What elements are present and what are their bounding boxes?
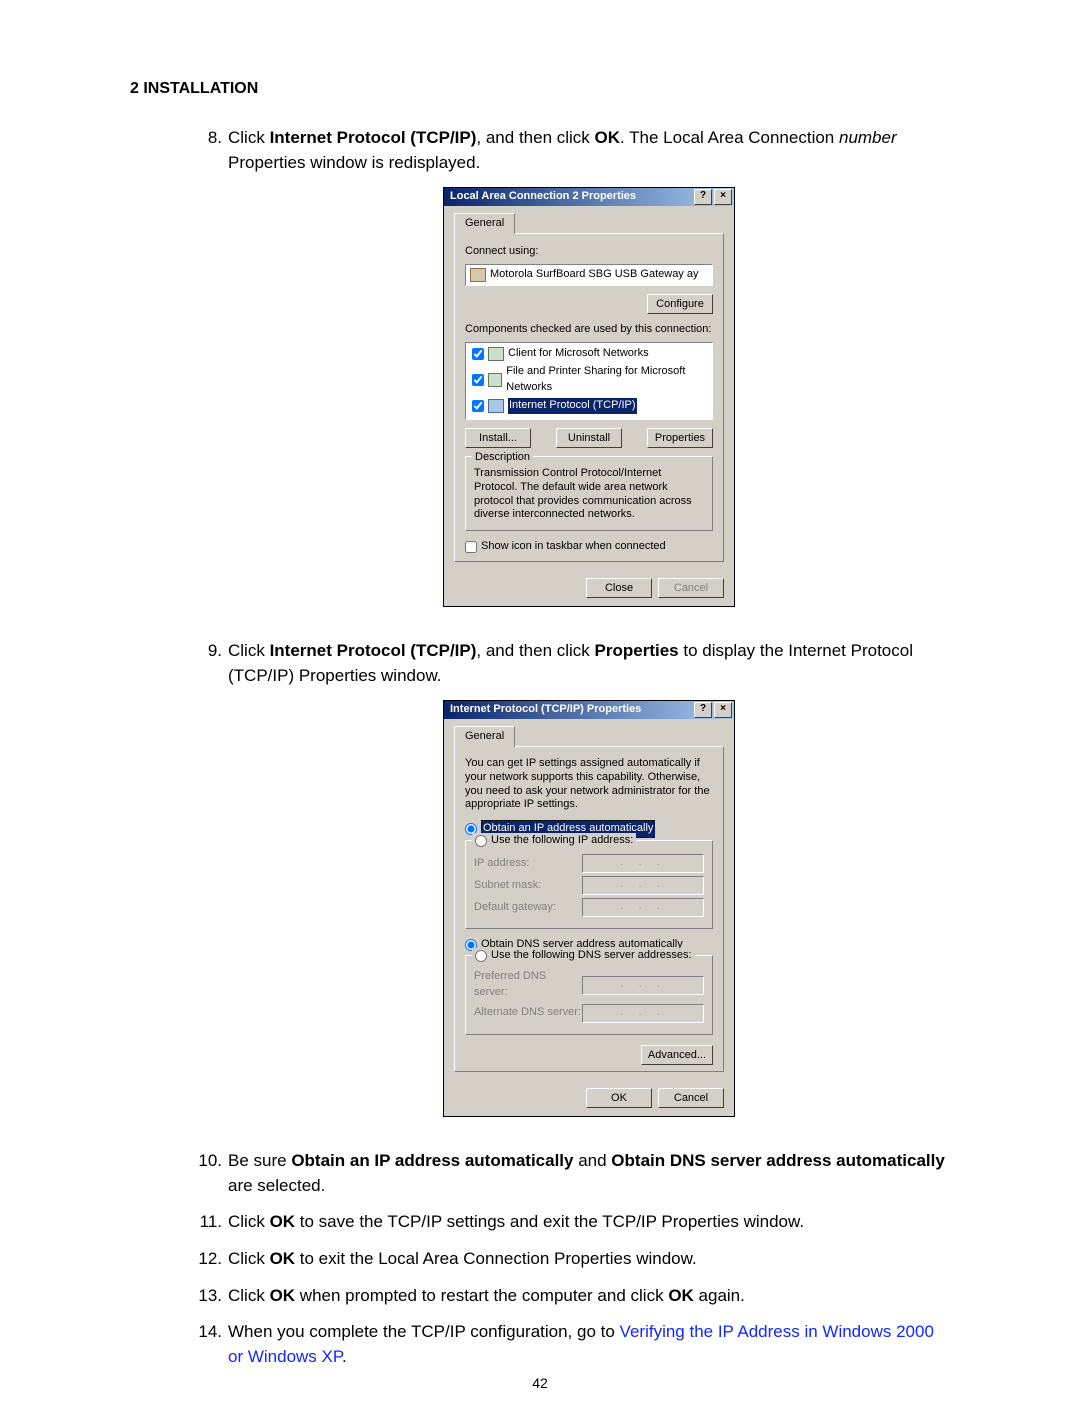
step-number: 8. bbox=[188, 126, 228, 627]
description-legend: Description bbox=[472, 450, 533, 466]
gateway-label: Default gateway: bbox=[474, 900, 556, 916]
component-item[interactable]: File and Printer Sharing for Microsoft N… bbox=[470, 363, 708, 397]
advanced-button[interactable]: Advanced... bbox=[641, 1045, 713, 1065]
step-text: Be sure Obtain an IP address automatical… bbox=[228, 1149, 950, 1198]
dialog-title: Local Area Connection 2 Properties bbox=[446, 189, 692, 205]
radio-use-dns[interactable]: Use the following DNS server addresses: bbox=[475, 948, 692, 964]
intro-text: You can get IP settings assigned automat… bbox=[465, 757, 713, 812]
step-text: Click Internet Protocol (TCP/IP), and th… bbox=[228, 639, 950, 1137]
component-item[interactable]: Client for Microsoft Networks bbox=[470, 345, 708, 363]
connect-using-label: Connect using: bbox=[465, 244, 713, 260]
step-text: Click OK to exit the Local Area Connecti… bbox=[228, 1247, 950, 1272]
tab-general[interactable]: General bbox=[454, 726, 515, 747]
components-label: Components checked are used by this conn… bbox=[465, 322, 713, 338]
ip-address-field: . . . bbox=[582, 854, 704, 873]
radio-use-ip[interactable]: Use the following IP address: bbox=[475, 833, 633, 849]
radio[interactable] bbox=[475, 835, 487, 847]
install-button[interactable]: Install... bbox=[465, 428, 531, 448]
properties-button[interactable]: Properties bbox=[647, 428, 713, 448]
steps-list: 8. Click Internet Protocol (TCP/IP), and… bbox=[188, 126, 950, 1369]
subnet-field: . . . bbox=[582, 876, 704, 895]
pref-dns-field: . . . bbox=[582, 976, 704, 995]
share-icon bbox=[488, 373, 502, 387]
client-icon bbox=[488, 347, 504, 361]
close-icon[interactable]: × bbox=[714, 189, 732, 205]
cancel-button[interactable]: Cancel bbox=[658, 1088, 724, 1108]
step-number: 10. bbox=[188, 1149, 228, 1198]
step-text: Click OK when prompted to restart the co… bbox=[228, 1284, 950, 1309]
radio[interactable] bbox=[475, 950, 487, 962]
titlebar: Internet Protocol (TCP/IP) Properties ? … bbox=[444, 701, 734, 719]
show-icon-checkbox[interactable] bbox=[465, 541, 477, 553]
help-button[interactable]: ? bbox=[694, 189, 712, 205]
tcpip-properties-dialog: Internet Protocol (TCP/IP) Properties ? … bbox=[443, 700, 735, 1117]
dialog-title: Internet Protocol (TCP/IP) Properties bbox=[446, 702, 692, 718]
radio-label: Use the following DNS server addresses: bbox=[491, 948, 692, 964]
pref-dns-label: Preferred DNS server: bbox=[474, 969, 582, 1001]
step-number: 13. bbox=[188, 1284, 228, 1309]
close-button[interactable]: Close bbox=[586, 578, 652, 598]
alt-dns-field: . . . bbox=[582, 1004, 704, 1023]
adapter-icon bbox=[470, 268, 486, 282]
step-number: 9. bbox=[188, 639, 228, 1137]
ip-address-label: IP address: bbox=[474, 856, 529, 872]
step-number: 12. bbox=[188, 1247, 228, 1272]
local-area-connection-dialog: Local Area Connection 2 Properties ? × G… bbox=[443, 187, 735, 607]
step-text: When you complete the TCP/IP configurati… bbox=[228, 1320, 950, 1369]
checkbox[interactable] bbox=[472, 374, 484, 386]
radio-label: Use the following IP address: bbox=[491, 833, 633, 849]
ok-button[interactable]: OK bbox=[586, 1088, 652, 1108]
alt-dns-label: Alternate DNS server: bbox=[474, 1005, 581, 1021]
tab-general[interactable]: General bbox=[454, 213, 515, 234]
checkbox[interactable] bbox=[472, 400, 484, 412]
titlebar: Local Area Connection 2 Properties ? × bbox=[444, 188, 734, 206]
step-number: 14. bbox=[188, 1320, 228, 1369]
adapter-field: Motorola SurfBoard SBG USB Gateway ay bbox=[465, 264, 713, 286]
protocol-icon bbox=[488, 399, 504, 413]
checkbox[interactable] bbox=[472, 348, 484, 360]
step-text: Click Internet Protocol (TCP/IP), and th… bbox=[228, 126, 950, 627]
subnet-label: Subnet mask: bbox=[474, 878, 541, 894]
cancel-button: Cancel bbox=[658, 578, 724, 598]
gateway-field: . . . bbox=[582, 898, 704, 917]
step-text: Click OK to save the TCP/IP settings and… bbox=[228, 1210, 950, 1235]
adapter-name: Motorola SurfBoard SBG USB Gateway ay bbox=[490, 267, 698, 283]
component-item[interactable]: Internet Protocol (TCP/IP) bbox=[470, 397, 708, 415]
step-number: 11. bbox=[188, 1210, 228, 1235]
page-number: 42 bbox=[0, 1375, 1080, 1391]
show-icon-label: Show icon in taskbar when connected bbox=[481, 539, 666, 555]
close-icon[interactable]: × bbox=[714, 702, 732, 718]
uninstall-button[interactable]: Uninstall bbox=[556, 428, 622, 448]
help-button[interactable]: ? bbox=[694, 702, 712, 718]
component-selected: Internet Protocol (TCP/IP) bbox=[508, 398, 637, 414]
description-text: Transmission Control Protocol/Internet P… bbox=[474, 467, 704, 522]
section-heading: 2 INSTALLATION bbox=[130, 80, 950, 98]
configure-button[interactable]: Configure bbox=[647, 294, 713, 314]
